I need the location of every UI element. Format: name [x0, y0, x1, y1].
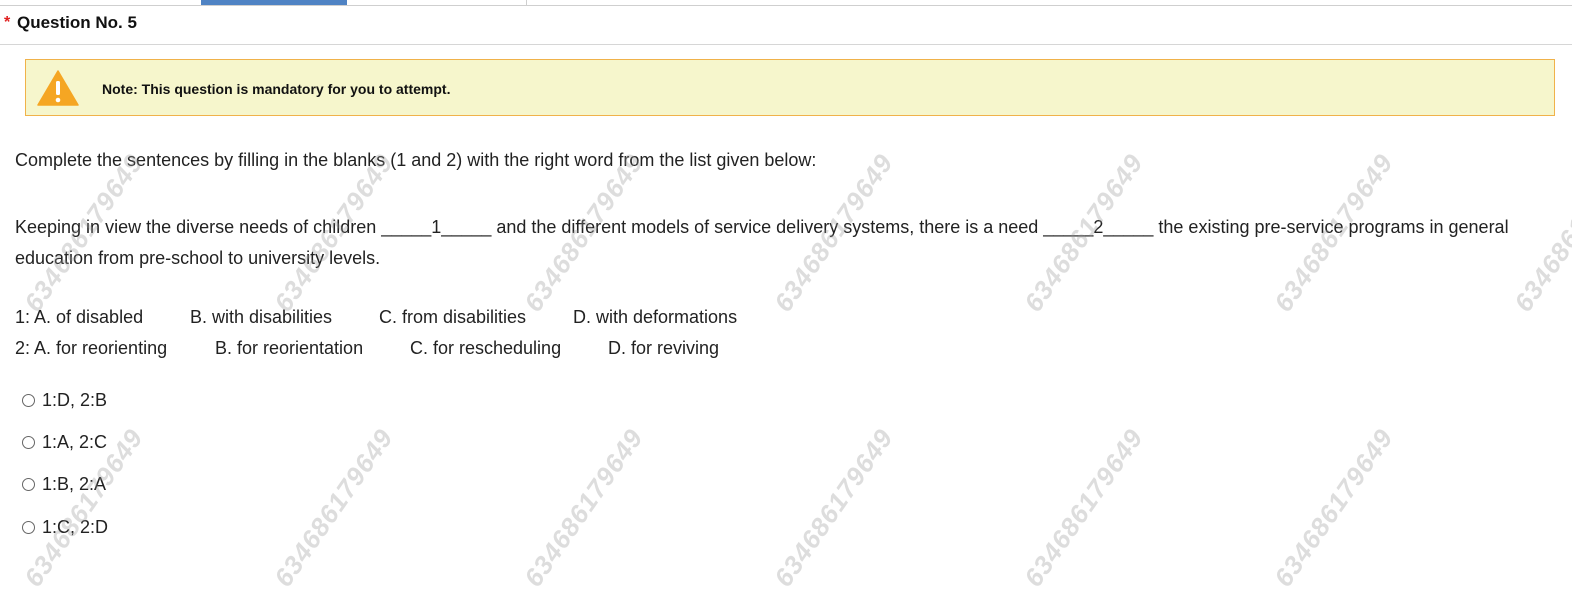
option-1c: C. from disabilities	[379, 307, 527, 327]
answer-choice-4[interactable]: 1:C, 2:D	[22, 517, 108, 538]
question-stem: Keeping in view the diverse needs of chi…	[15, 217, 1509, 268]
answer-choice-label: 1:D, 2:B	[42, 390, 108, 410]
active-tab-indicator[interactable]	[201, 0, 347, 5]
answer-choice-label: 1:B, 2:A	[42, 474, 107, 494]
option-1d: D. with deformations	[573, 307, 738, 327]
tab-strip	[0, 0, 1572, 6]
answer-choice-2[interactable]: 1:A, 2:C	[22, 432, 107, 453]
watermark: 634686179649	[1268, 423, 1399, 593]
question-header: * Question No. 5	[0, 8, 1572, 45]
watermark: 634686179649	[268, 423, 399, 593]
answer-choice-3[interactable]: 1:B, 2:A	[22, 474, 106, 495]
watermark: 634686179649	[1018, 423, 1149, 593]
option-2c: C. for rescheduling	[410, 338, 562, 358]
answer-choice-label: 1:A, 2:C	[42, 432, 108, 452]
mandatory-note: Note: This question is mandatory for you…	[25, 59, 1555, 116]
option-1a: 1: A. of disabled	[15, 307, 144, 327]
answer-choice-label: 1:C, 2:D	[42, 517, 109, 537]
note-text: Note: This question is mandatory for you…	[102, 81, 451, 97]
option-2b: B. for reorientation	[215, 338, 364, 358]
option-2d: D. for reviving	[608, 338, 720, 358]
option-2a: 2: A. for reorienting	[15, 338, 168, 358]
option-1b: B. with disabilities	[190, 307, 333, 327]
tab-separator	[526, 0, 527, 5]
question-title: Question No. 5	[17, 13, 137, 32]
tab-strip-divider	[0, 5, 1572, 6]
watermark: 634686179649	[768, 423, 899, 593]
required-marker: *	[4, 14, 11, 31]
watermark: 634686179649	[518, 423, 649, 593]
radio-button[interactable]	[22, 436, 35, 449]
radio-button[interactable]	[22, 394, 35, 407]
radio-button[interactable]	[22, 478, 35, 491]
radio-button[interactable]	[22, 521, 35, 534]
answer-choice-1[interactable]: 1:D, 2:B	[22, 390, 107, 411]
warning-icon	[37, 70, 79, 106]
instruction-text: Complete the sentences by filling in the…	[15, 150, 817, 170]
